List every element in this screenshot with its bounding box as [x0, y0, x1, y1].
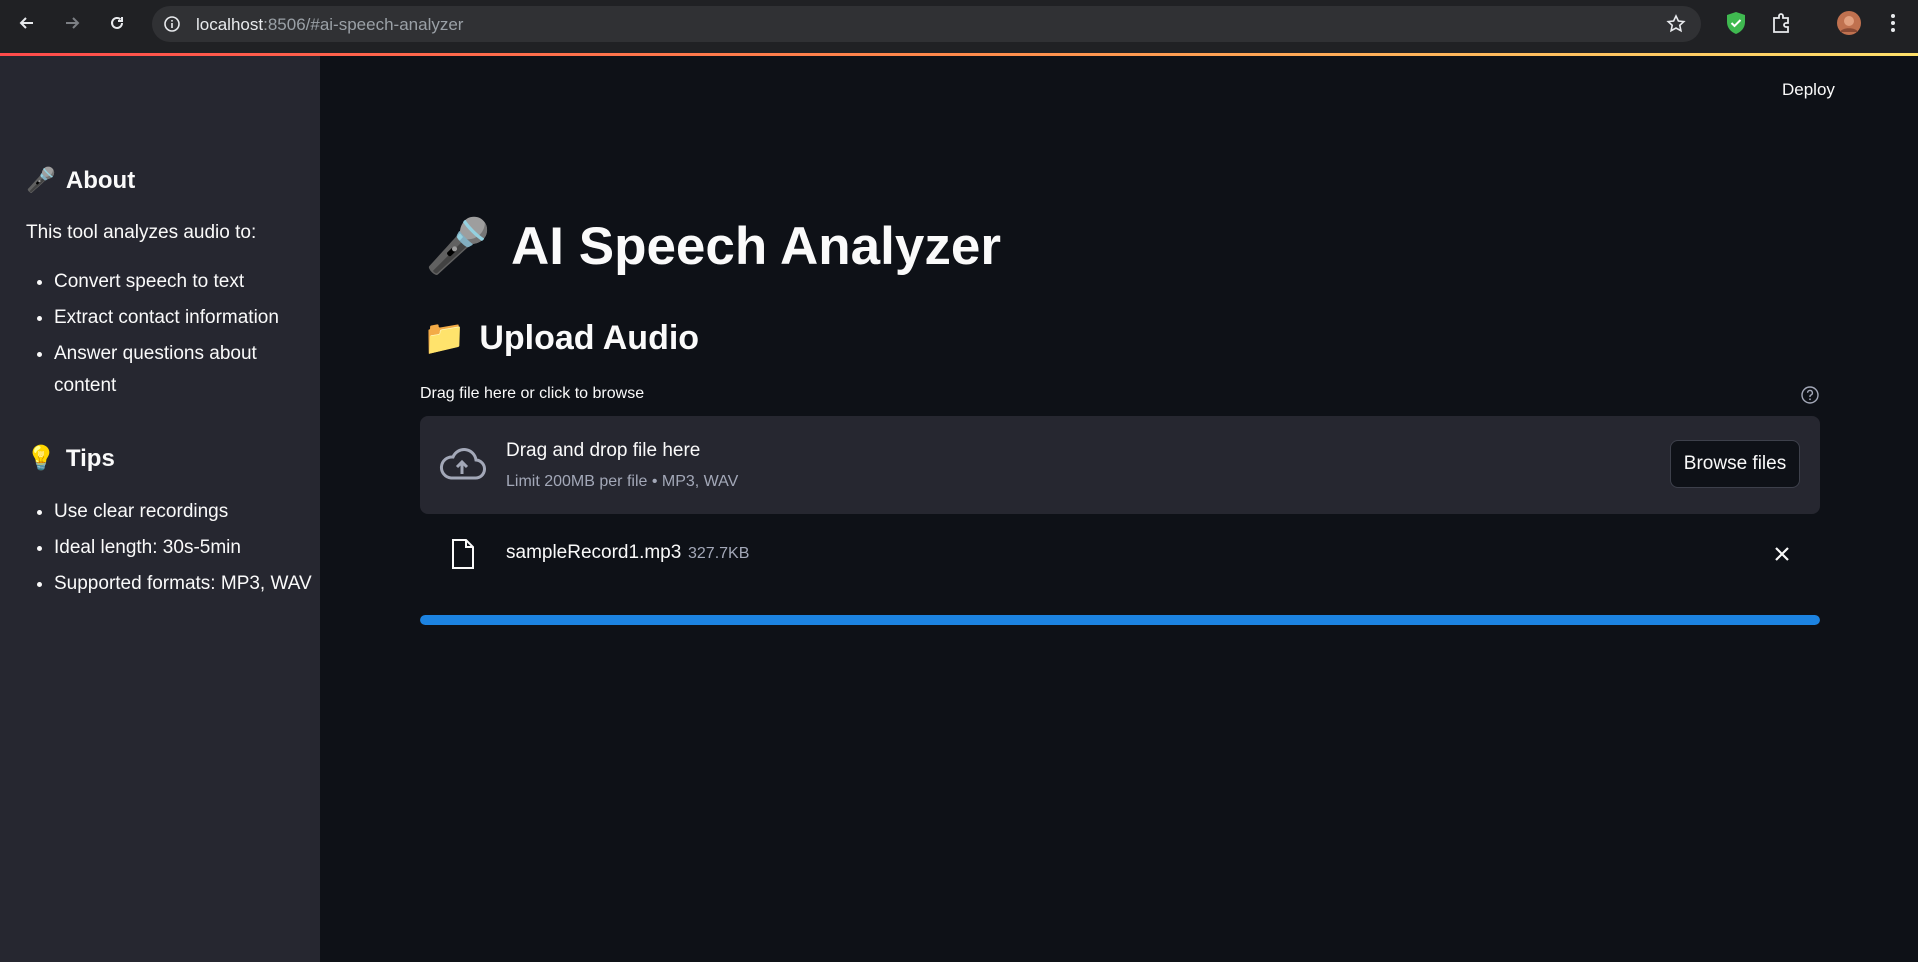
url-text: localhost:8506/#ai-speech-analyzer [196, 15, 463, 35]
cloud-upload-icon [438, 444, 486, 484]
file-dropzone[interactable]: Drag and drop file here Limit 200MB per … [420, 416, 1820, 514]
about-intro: This tool analyzes audio to: [26, 222, 257, 243]
bookmark-star-icon[interactable] [1665, 13, 1687, 35]
tips-heading: 💡 Tips [26, 444, 115, 473]
url-host: localhost [196, 15, 264, 34]
about-heading-text: About [65, 166, 136, 194]
browser-toolbar: localhost:8506/#ai-speech-analyzer [0, 0, 1918, 53]
progress-fill [420, 615, 1820, 625]
site-info-icon[interactable] [162, 14, 182, 34]
list-item: Answer questions about content [54, 338, 324, 402]
list-item: Ideal length: 30s-5min [54, 532, 324, 564]
microphone-icon: 🎤 [26, 167, 56, 194]
page-title: 🎤 AI Speech Analyzer [425, 215, 1001, 277]
file-size: 327.7KB [688, 545, 750, 562]
microphone-icon: 🎤 [425, 217, 491, 276]
list-item: Use clear recordings [54, 496, 324, 528]
tips-heading-text: Tips [65, 444, 115, 472]
shield-extension-icon[interactable] [1723, 10, 1749, 36]
folder-icon: 📁 [423, 319, 466, 357]
about-list: Convert speech to text Extract contact i… [26, 266, 324, 406]
deploy-button[interactable]: Deploy [1782, 80, 1835, 100]
about-heading: 🎤 About [26, 166, 135, 195]
profile-avatar[interactable] [1836, 10, 1862, 36]
dropzone-title: Drag and drop file here [506, 440, 701, 461]
lightbulb-icon: 💡 [26, 445, 56, 472]
address-bar[interactable]: localhost:8506/#ai-speech-analyzer [152, 6, 1701, 42]
list-item: Extract contact information [54, 302, 324, 334]
file-icon [450, 538, 476, 570]
upload-progress-bar [420, 615, 1820, 625]
browse-files-button[interactable]: Browse files [1670, 440, 1800, 488]
list-item: Convert speech to text [54, 266, 324, 298]
forward-arrow-icon[interactable] [57, 8, 87, 38]
dropzone-subtitle: Limit 200MB per file • MP3, WAV [506, 473, 739, 490]
reload-icon[interactable] [102, 8, 132, 38]
close-icon[interactable] [1770, 542, 1794, 566]
file-name: sampleRecord1.mp3 [506, 542, 682, 563]
tips-list: Use clear recordings Ideal length: 30s-5… [26, 496, 324, 604]
help-question-icon[interactable] [1800, 385, 1820, 405]
sidebar: 🎤 About This tool analyzes audio to: Con… [0, 56, 320, 962]
upload-heading-text: Upload Audio [479, 318, 700, 357]
uploaded-file-row: sampleRecord1.mp3 327.7KB [420, 530, 1820, 580]
page-title-text: AI Speech Analyzer [511, 216, 1001, 276]
uploader-label: Drag file here or click to browse [420, 385, 645, 402]
menu-kebab-icon[interactable] [1880, 10, 1906, 36]
back-arrow-icon[interactable] [12, 8, 42, 38]
upload-heading: 📁 Upload Audio [423, 318, 699, 358]
list-item: Supported formats: MP3, WAV [54, 568, 324, 600]
extensions-puzzle-icon[interactable] [1769, 10, 1795, 36]
url-path: :8506/#ai-speech-analyzer [263, 15, 464, 34]
